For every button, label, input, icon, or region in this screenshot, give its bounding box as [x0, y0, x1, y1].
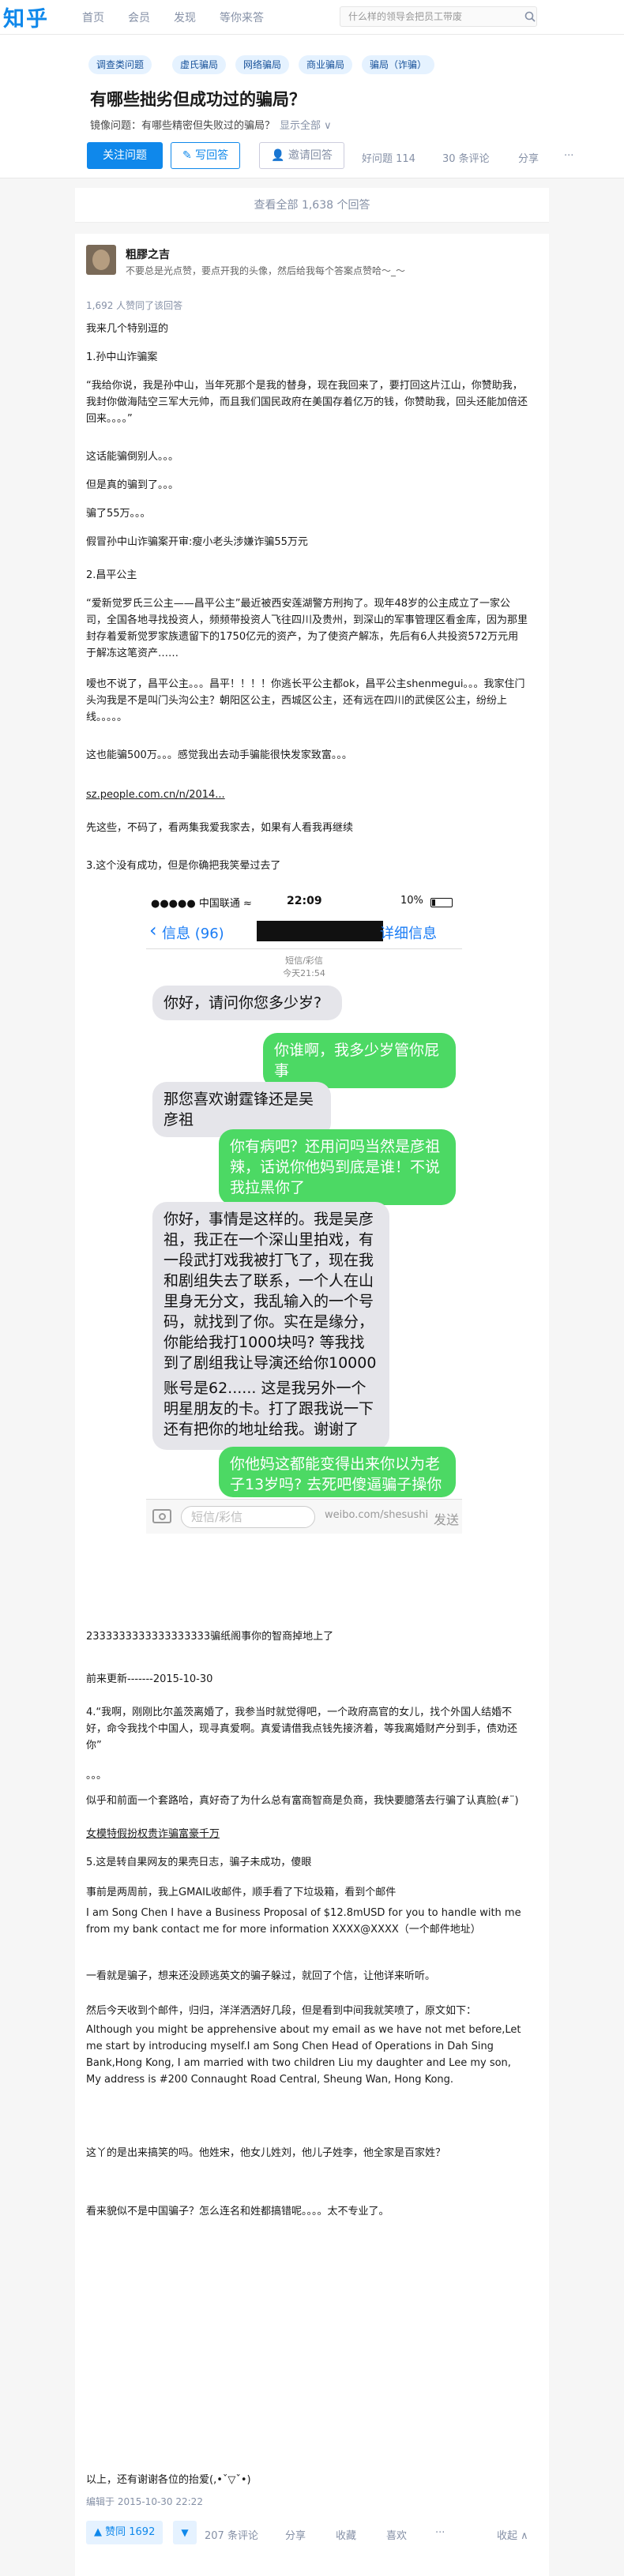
author-bio: 不要总是光点赞，要点开我的头像，然后给我每个答案点赞哈～_～: [126, 265, 406, 276]
answer-paragraph: 以上，还有谢谢各位的抬爱(,•ˇ▽ˇ•): [86, 2474, 251, 2486]
clock-label: 22:09: [287, 895, 322, 907]
received-message: 你好，请问你您多少岁?: [152, 986, 342, 1020]
question-more-button[interactable]: ···: [564, 150, 573, 162]
sms-screenshot: ●●●●● 中国联通 ≈ 22:09 10% ‹ 信息 (96) 详细信息 短信…: [146, 892, 462, 1534]
answer-paragraph: 2333333333333333333骗纸阁事你的智商掉地上了: [86, 1631, 334, 1643]
answer-paragraph: 但是真的骗到了。。。: [86, 479, 179, 491]
answer-paragraph: 先这些，不码了，看两集我爱我家去，如果有人看我再继续: [86, 822, 354, 834]
answer-more-button[interactable]: ···: [435, 2527, 445, 2539]
answer-share-button[interactable]: 分享: [285, 2527, 306, 2542]
mirror-label: 镜像问题：: [90, 120, 142, 132]
phone-nav-bar: ‹ 信息 (96) 详细信息: [146, 911, 462, 949]
received-message: 账号是62...... 这是我另外一个明星朋友的卡。打了跟我说一下还有把你的地址…: [152, 1371, 389, 1450]
sent-message: 你有病吧？还用问吗当然是彦祖辣，话说你他妈到底是谁！不说我拉黑你了: [219, 1129, 456, 1205]
battery-icon: [430, 898, 453, 907]
send-button[interactable]: 发送: [434, 1509, 459, 1528]
answer-paragraph: 这话能骗倒别人。。。: [86, 451, 179, 463]
top-nav-bar: 知乎 首页 会员 发现 等你来答 什么样的领导会把员工带废: [0, 0, 624, 35]
write-answer-button[interactable]: ✎ 写回答: [171, 142, 241, 169]
news-link[interactable]: 女模特假扮权贵诈骗富豪千万: [86, 1826, 528, 1842]
answer-paragraph: 5.这是转自果网友的果壳日志，骗子未成功，傻眼: [86, 1857, 312, 1868]
battery-label: 10%: [400, 895, 423, 907]
answer-paragraph: 3.这个没有成功，但是你确把我笑晕过去了: [86, 860, 281, 872]
compose-bar: 短信/彩信 weibo.com/shesushi 发送: [146, 1499, 462, 1534]
good-question-button[interactable]: 好问题 114: [362, 150, 415, 165]
sent-message: 你谁啊，我多少岁管你屁事: [263, 1033, 456, 1088]
favorite-button[interactable]: 收藏: [336, 2527, 356, 2542]
sent-message: 你他妈这都能变得出来你以为老子13岁吗? 去死吧傻逼骗子操你全家: [219, 1447, 456, 1497]
edited-time: 编辑于 2015-10-30 22:22: [86, 2496, 203, 2507]
back-to-messages[interactable]: 信息 (96): [162, 922, 224, 943]
nav-home[interactable]: 首页: [82, 9, 104, 25]
question-header: 调查类问题 虚氏骗局 网络骗局 商业骗局 骗局（诈骗） 有哪些拙劣但成功过的骗局…: [0, 35, 624, 178]
topic-tag[interactable]: 骗局（诈骗）: [362, 55, 435, 74]
question-detail: 镜像问题：有哪些精密但失败过的骗局？ 显示全部 ∨: [90, 117, 332, 132]
question-share-button[interactable]: 分享: [518, 150, 539, 165]
weibo-watermark: weibo.com/shesushi: [325, 1509, 429, 1521]
answer-comments-button[interactable]: 207 条评论: [205, 2527, 258, 2542]
author-name[interactable]: 粗膠之吉: [126, 246, 170, 262]
chevron-left-icon[interactable]: ‹: [149, 919, 157, 941]
show-all-link[interactable]: 显示全部 ∨: [280, 120, 332, 132]
answer-paragraph: 然后今天收到个邮件，归归，洋洋洒洒好几段，但是看到中间我就笑喷了，原文如下：: [86, 2005, 477, 2017]
question-comments-button[interactable]: 30 条评论: [442, 150, 490, 165]
answer-paragraph: 2.昌平公主: [86, 569, 137, 581]
camera-icon[interactable]: [152, 1509, 171, 1523]
search-icon[interactable]: [524, 11, 536, 22]
message-type-label: 短信/彩信: [285, 956, 323, 966]
answer-paragraph: 看来貌似不是中国骗子？怎么连名和姓都搞错呢。。。。太不专业了。: [86, 2206, 389, 2217]
answer-paragraph: 这也能骗500万。。。感觉我出去动手骗能很快发家致富。。。: [86, 749, 352, 761]
nav-waiting[interactable]: 等你来答: [220, 9, 264, 25]
answer-paragraph: Although you might be apprehensive about…: [86, 2024, 521, 2086]
answer-paragraph: “爱新觉罗氏三公主——昌平公主”最近被西安莲湖警方刑拘了。现年48岁的公主成立了…: [86, 598, 528, 659]
answer-paragraph: 4.“我啊，刚刚比尔盖茨离婚了，我参当时就觉得吧，一个政府高官的女儿，找个外国人…: [86, 1707, 518, 1752]
question-title: 有哪些拙劣但成功过的骗局？: [90, 90, 306, 109]
topic-tag[interactable]: 商业骗局: [299, 55, 353, 74]
answer-paragraph: 前来更新-------2015-10-30: [86, 1673, 213, 1685]
answer-paragraph: 一看就是骗子，想来还没顾逃英文的骗子躲过，就回了个信，让他详来听听。: [86, 1970, 436, 1982]
mirror-link[interactable]: 有哪些精密但失败过的骗局？: [141, 120, 275, 132]
answer-paragraph: 假冒孙中山诈骗案开审:瘦小老头涉嫌诈骗55万元: [86, 536, 308, 548]
zhihu-logo[interactable]: 知乎: [3, 2, 49, 32]
answer-card: 粗膠之吉 不要总是光点赞，要点开我的头像，然后给我每个答案点赞哈～_～ 1,69…: [75, 234, 549, 2576]
topic-tag[interactable]: 虚氏骗局: [172, 55, 227, 74]
answer-paragraph: “我给你说，我是孙中山，当年死那个是我的替身，现在我回来了，要打回这片江山，你赞…: [86, 380, 528, 425]
answer-paragraph: I am Song Chen I have a Business Proposa…: [86, 1907, 521, 1936]
message-time-label: 今天21:54: [283, 968, 325, 978]
upvote-button[interactable]: ▲ 赞同 1692: [86, 2521, 164, 2544]
search-input[interactable]: 什么样的领导会把员工带废: [340, 6, 537, 27]
phone-status-bar: ●●●●● 中国联通 ≈ 22:09 10%: [146, 892, 462, 911]
downvote-icon[interactable]: ▼: [173, 2521, 197, 2544]
invite-answer-button[interactable]: 👤 邀请回答: [259, 142, 344, 169]
answer-paragraph: 骗了55万。。。: [86, 508, 151, 520]
collapse-button[interactable]: 收起 ∧: [497, 2527, 528, 2542]
answer-paragraph: 。。。: [86, 1770, 107, 1782]
sms-input[interactable]: 短信/彩信: [181, 1506, 315, 1528]
carrier-label: ●●●●● 中国联通 ≈: [151, 898, 252, 910]
answer-paragraph: 嗳也不说了，昌平公主。。。昌平！！！！你逃长平公主都ok，昌平公主shenmeg…: [86, 678, 525, 723]
avatar[interactable]: [86, 245, 116, 275]
like-button[interactable]: 喜欢: [386, 2527, 407, 2542]
view-all-answers-link[interactable]: 查看全部 1,638 个回答: [75, 188, 549, 223]
nav-vip[interactable]: 会员: [128, 9, 150, 25]
details-button[interactable]: 详细信息: [380, 922, 437, 943]
answer-paragraph: 1.孙中山诈骗案: [86, 351, 158, 363]
topic-tag[interactable]: 网络骗局: [235, 55, 290, 74]
topic-tag[interactable]: 调查类问题: [88, 55, 152, 74]
nav-discover[interactable]: 发现: [174, 9, 196, 25]
answer-paragraph: 这丫的是出来搞笑的吗。他姓宋，他女儿姓刘，他儿子姓李，他全家是百家姓？: [86, 2147, 446, 2159]
vote-count-line: 1,692 人赞同了该回答: [86, 300, 183, 311]
answer-paragraph: 事前是两周前，我上GMAIL收邮件，顺手看了下垃圾箱，看到个邮件: [86, 1887, 397, 1898]
redacted-contact: [257, 921, 383, 941]
answer-paragraph: 似乎和前面一个套路哈，真好奇了为什么总有富商智商是负商，我快要臆落去行骗了认真脸…: [86, 1795, 519, 1807]
follow-question-button[interactable]: 关注问题: [87, 142, 163, 169]
answer-paragraph: 我来几个特别逗的: [86, 323, 169, 335]
news-link[interactable]: sz.people.com.cn/n/2014...: [86, 787, 528, 803]
